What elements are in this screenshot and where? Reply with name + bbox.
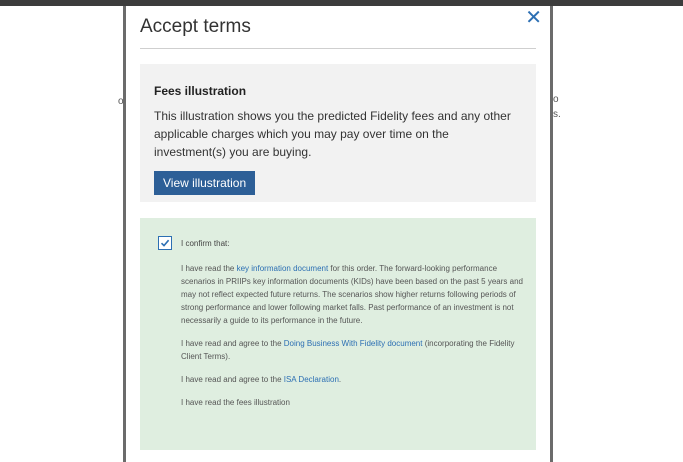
fees-description: This illustration shows you the predicte… (154, 109, 511, 159)
kid-statement: I have read the key information document… (181, 264, 523, 325)
fees-title: Fees illustration (154, 84, 247, 98)
doing-business-document-link[interactable]: Doing Business With Fidelity document (284, 339, 423, 348)
backdrop-right: o s. (553, 6, 683, 462)
background-text-fragment: s. (553, 109, 561, 120)
view-illustration-button[interactable]: View illustration (154, 171, 256, 195)
key-information-document-link[interactable]: key information document (237, 264, 329, 273)
backdrop-left: o (0, 6, 124, 462)
confirm-label: I confirm that: (181, 239, 230, 248)
isa-declaration-link[interactable]: ISA Declaration (284, 375, 339, 384)
background-text-fragment: o (553, 94, 559, 105)
checkmark-icon (160, 239, 170, 247)
fees-statement: I have read the fees illustration (181, 398, 290, 407)
accept-terms-modal: Accept terms ✕ Fees illustration This il… (123, 6, 553, 462)
confirm-statements: I have read the key information document… (181, 262, 527, 419)
confirm-panel: I confirm that: I have read the key info… (140, 218, 536, 450)
modal-title: Accept terms (140, 16, 251, 37)
fees-illustration-panel: Fees illustration This illustration show… (140, 64, 536, 202)
confirm-checkbox[interactable] (158, 236, 172, 250)
title-divider (140, 48, 536, 49)
isa-statement: I have read and agree to the ISA Declara… (181, 375, 342, 384)
doing-business-statement: I have read and agree to the Doing Busin… (181, 339, 515, 361)
close-icon[interactable]: ✕ (525, 8, 542, 28)
